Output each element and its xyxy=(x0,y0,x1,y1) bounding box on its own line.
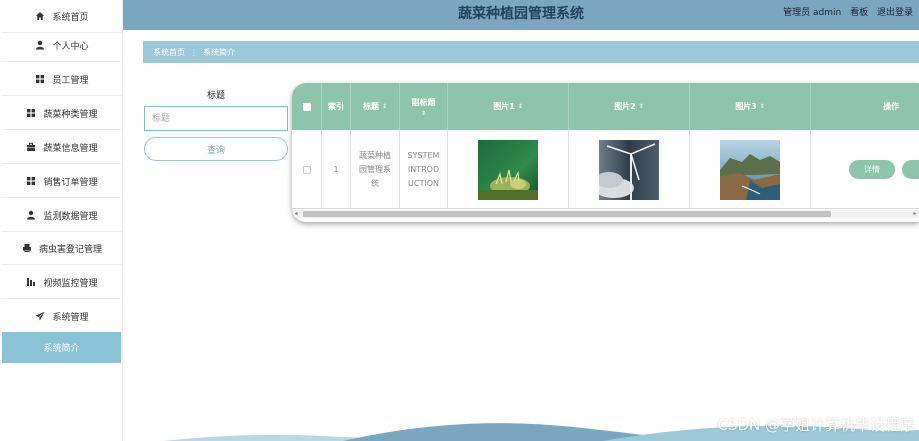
select-all-cell[interactable] xyxy=(292,83,322,130)
user-icon xyxy=(34,39,46,51)
cell-subtitle: SYSTEM INTRODUCTION xyxy=(400,130,448,209)
column-header-image3[interactable]: 图片3 ⇕ xyxy=(690,83,811,130)
sidebar-item-profile[interactable]: 个人中心 xyxy=(2,29,121,62)
cell-actions: 详情 xyxy=(811,130,919,209)
query-button[interactable]: 查询 xyxy=(144,137,288,161)
sidebar-item-video-monitoring[interactable]: 视频监控管理 xyxy=(2,266,121,299)
logout-link[interactable]: 退出登录 xyxy=(877,8,913,18)
column-header-title[interactable]: 标题 ⇕ xyxy=(351,83,400,130)
grid-icon xyxy=(34,73,46,85)
sidebar-item-label: 病虫害登记管理 xyxy=(38,244,102,255)
sidebar-item-label: 蔬菜种类管理 xyxy=(43,109,98,120)
sidebar-item-vegetable-info[interactable]: 蔬菜信息管理 xyxy=(2,131,121,164)
header-user-area: 管理员 admin 看板 退出登录 xyxy=(777,0,913,26)
breadcrumb: 系统首页 ⋮ 系统简介 xyxy=(143,41,919,63)
cell-index: 1 xyxy=(322,130,351,209)
printer-icon xyxy=(21,242,33,254)
sidebar-item-sales-orders[interactable]: 销售订单管理 xyxy=(2,165,121,198)
column-header-actions: 操作 xyxy=(883,102,899,111)
sidebar-item-vegetable-types[interactable]: 蔬菜种类管理 xyxy=(2,97,121,130)
table-header: 索引 标题 ⇕ 副标题 ⇕ 图片1 ⇕ 图片2 ⇕ 图片3 ⇕ 操作 xyxy=(292,83,919,130)
app-root: 系统首页 个人中心 员工管理 蔬菜种类管理 蔬菜信息管理 销售订单管理 监测数据… xyxy=(0,0,919,441)
user-icon xyxy=(25,209,37,221)
sort-icon: ⇕ xyxy=(759,103,765,110)
sidebar-item-system-management[interactable]: 系统管理 xyxy=(2,300,121,333)
sort-icon: ⇕ xyxy=(381,103,388,110)
sort-icon: ⇕ xyxy=(420,109,427,117)
moss-plant-image[interactable] xyxy=(478,139,538,200)
column-header-subtitle[interactable]: 副标题 ⇕ xyxy=(400,83,448,130)
sidebar-item-label: 视频监控管理 xyxy=(43,278,98,289)
cell-title: 蔬菜种植园管理系统 xyxy=(351,130,400,209)
wind-turbine-image[interactable] xyxy=(599,139,659,200)
top-header: 蔬菜种植园管理系统 管理员 admin 看板 退出登录 xyxy=(123,0,919,30)
edit-button[interactable] xyxy=(902,160,919,179)
sidebar-item-label: 销售订单管理 xyxy=(43,177,98,188)
sidebar-item-label: 蔬菜信息管理 xyxy=(43,143,98,154)
current-user: 管理员 admin xyxy=(783,8,842,18)
csdn-watermark: CSDN @学姐计算机毕设程序 xyxy=(717,416,915,434)
sidebar-item-label: 员工管理 xyxy=(52,75,89,86)
column-header-image1[interactable]: 图片1 ⇕ xyxy=(448,83,569,130)
sidebar-item-pest-registration[interactable]: 病虫害登记管理 xyxy=(2,232,121,265)
coastal-cliff-image[interactable] xyxy=(720,139,780,200)
home-icon xyxy=(34,10,46,22)
sort-icon: ⇕ xyxy=(517,103,523,110)
send-icon xyxy=(34,310,46,322)
scroll-left-icon[interactable]: ◂ xyxy=(292,210,300,218)
cell-image1 xyxy=(448,130,569,209)
bar-chart-icon xyxy=(25,276,37,288)
scrollbar-thumb[interactable] xyxy=(303,211,831,217)
row-select-cell[interactable] xyxy=(292,130,322,209)
detail-button[interactable]: 详情 xyxy=(849,160,895,179)
title-search-input[interactable] xyxy=(144,106,288,131)
breadcrumb-current: 系统简介 xyxy=(203,47,235,57)
column-header-image2[interactable]: 图片2 ⇕ xyxy=(569,83,690,130)
briefcase-icon xyxy=(25,141,37,153)
column-header-index: 索引 xyxy=(322,83,351,130)
data-table: 索引 标题 ⇕ 副标题 ⇕ 图片1 ⇕ 图片2 ⇕ 图片3 ⇕ 操作 1 蔬菜种… xyxy=(292,83,919,222)
breadcrumb-home[interactable]: 系统首页 xyxy=(153,47,185,58)
cell-image3 xyxy=(690,130,811,209)
sidebar: 系统首页 个人中心 员工管理 蔬菜种类管理 蔬菜信息管理 销售订单管理 监测数据… xyxy=(0,0,123,441)
sidebar-item-staff[interactable]: 员工管理 xyxy=(2,63,121,96)
sort-icon: ⇕ xyxy=(638,103,644,110)
search-label: 标题 xyxy=(206,91,225,101)
horizontal-scrollbar[interactable]: ◂ ▸ xyxy=(292,210,919,218)
sidebar-item-label: 系统简介 xyxy=(43,343,80,354)
scroll-right-icon[interactable]: ▸ xyxy=(911,210,919,218)
sidebar-item-label: 个人中心 xyxy=(52,41,89,52)
sidebar-item-label: 系统管理 xyxy=(52,312,89,323)
cell-image2 xyxy=(569,130,690,209)
board-link[interactable]: 看板 xyxy=(850,8,868,18)
row-checkbox[interactable] xyxy=(302,165,311,174)
table-row: 1 蔬菜种植园管理系统 SYSTEM INTRODUCTION 详情 xyxy=(292,130,919,209)
sidebar-item-label: 系统首页 xyxy=(52,12,89,23)
sidebar-item-label: 监测数据管理 xyxy=(43,211,98,222)
select-all-checkbox[interactable] xyxy=(302,102,311,111)
grid-icon xyxy=(25,175,37,187)
grid-icon xyxy=(25,107,37,119)
breadcrumb-separator: ⋮ xyxy=(190,47,198,57)
sidebar-item-monitoring-data[interactable]: 监测数据管理 xyxy=(2,199,121,232)
sidebar-item-system-intro[interactable]: 系统简介 xyxy=(2,332,121,363)
